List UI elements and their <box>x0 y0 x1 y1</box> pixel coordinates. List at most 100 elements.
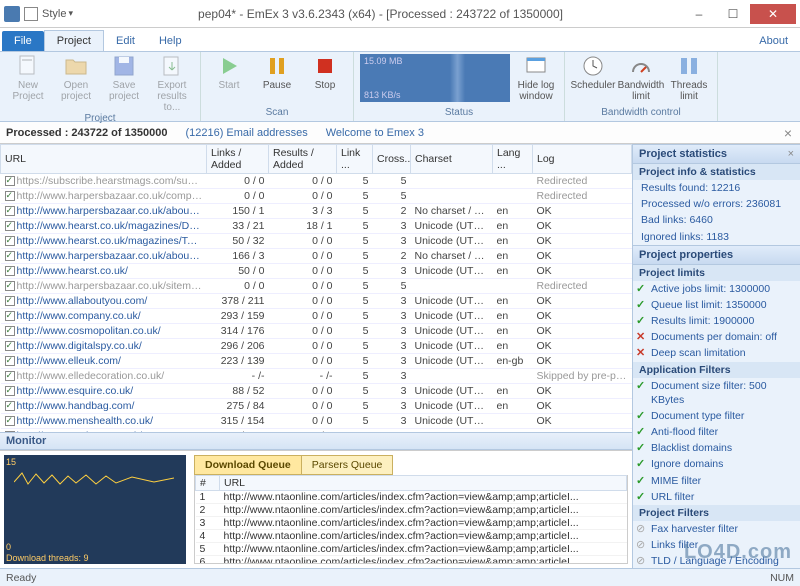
col-lang[interactable]: Lang ... <box>493 145 533 174</box>
queue-row[interactable]: 5http://www.ntaonline.com/articles/index… <box>196 543 627 556</box>
table-row[interactable]: http://www.harpersbazaar.co.uk/about/coo… <box>1 249 632 264</box>
maximize-button[interactable]: ☐ <box>716 4 750 24</box>
tab-emails[interactable]: (12216) Email addresses <box>185 127 307 139</box>
tab-file[interactable]: File <box>2 31 44 51</box>
queue-row[interactable]: 3http://www.ntaonline.com/articles/index… <box>196 517 627 530</box>
tab-about[interactable]: About <box>747 31 800 51</box>
tab-parsers-queue[interactable]: Parsers Queue <box>302 455 394 475</box>
row-checkbox-icon[interactable] <box>5 206 15 216</box>
status-mark-icon <box>636 409 647 420</box>
url-table-wrap[interactable]: URL Links / Added Results / Added Link .… <box>0 144 632 432</box>
side-item[interactable]: Anti-flood filter <box>633 424 800 440</box>
tab-processed[interactable]: Processed : 243722 of 1350000 <box>6 127 167 139</box>
open-project-button[interactable]: Open project <box>54 54 98 102</box>
row-checkbox-icon[interactable] <box>5 251 15 261</box>
side-item[interactable]: Active jobs limit: 1300000 <box>633 281 800 297</box>
tab-download-queue[interactable]: Download Queue <box>194 455 302 475</box>
tab-close-icon[interactable]: × <box>784 125 792 141</box>
table-row[interactable]: http://www.company.co.uk/293 / 1590 / 05… <box>1 309 632 324</box>
col-linkd[interactable]: Link ... <box>337 145 373 174</box>
side-item[interactable]: Blacklist domains <box>633 440 800 456</box>
row-checkbox-icon[interactable] <box>5 311 15 321</box>
side-item[interactable]: Document size filter: 500 KBytes <box>633 378 800 408</box>
table-row[interactable]: http://www.cosmopolitan.co.uk/314 / 1760… <box>1 324 632 339</box>
side-item[interactable]: Links filter <box>633 537 800 553</box>
table-row[interactable]: http://www.allaboutyou.com/378 / 2110 / … <box>1 294 632 309</box>
tab-help[interactable]: Help <box>147 31 194 51</box>
col-links[interactable]: Links / Added <box>207 145 269 174</box>
side-item[interactable]: MIME filter <box>633 473 800 489</box>
row-checkbox-icon[interactable] <box>5 341 15 351</box>
threads-limit-button[interactable]: Threads limit <box>667 54 711 102</box>
table-row[interactable]: http://www.hearst.co.uk/magazines/Terms-… <box>1 234 632 249</box>
side-item[interactable]: TLD / Language / Encoding <box>633 553 800 568</box>
table-row[interactable]: http://www.esquire.co.uk/88 / 520 / 053U… <box>1 384 632 399</box>
stat-proc: Processed w/o errors: 236081 <box>633 196 800 212</box>
export-results-button[interactable]: Export results to... <box>150 54 194 113</box>
table-row[interactable]: http://www.harpersbazaar.co.uk/competiti… <box>1 189 632 204</box>
table-row[interactable]: http://www.elleuk.com/223 / 1390 / 053Un… <box>1 354 632 369</box>
side-item[interactable]: Document type filter <box>633 408 800 424</box>
stop-button[interactable]: Stop <box>303 54 347 91</box>
row-checkbox-icon[interactable] <box>5 386 15 396</box>
pause-button[interactable]: Pause <box>255 54 299 91</box>
group-label-project: Project <box>6 113 194 125</box>
hide-log-button[interactable]: Hide log window <box>514 54 558 102</box>
queue-row[interactable]: 4http://www.ntaonline.com/articles/index… <box>196 530 627 543</box>
side-item[interactable]: Queue list limit: 1350000 <box>633 297 800 313</box>
tab-edit[interactable]: Edit <box>104 31 147 51</box>
scheduler-button[interactable]: Scheduler <box>571 54 615 91</box>
side-item[interactable]: Fax harvester filter <box>633 521 800 537</box>
status-mark-icon <box>636 314 647 325</box>
bandwidth-limit-button[interactable]: Bandwidth limit <box>619 54 663 102</box>
row-checkbox-icon[interactable] <box>5 401 15 411</box>
col-cross[interactable]: Cross... <box>373 145 411 174</box>
col-charset[interactable]: Charset <box>411 145 493 174</box>
side-item[interactable]: Results limit: 1900000 <box>633 313 800 329</box>
table-row[interactable]: http://www.handbag.com/275 / 840 / 053Un… <box>1 399 632 414</box>
col-log[interactable]: Log <box>533 145 632 174</box>
row-checkbox-icon[interactable] <box>5 356 15 366</box>
row-checkbox-icon[interactable] <box>5 326 15 336</box>
save-project-button[interactable]: Save project <box>102 54 146 102</box>
queue-row[interactable]: 1http://www.ntaonline.com/articles/index… <box>196 491 627 504</box>
qcol-url[interactable]: URL <box>220 476 627 491</box>
side-item[interactable]: Deep scan limitation <box>633 345 800 361</box>
minimize-button[interactable]: – <box>682 4 716 24</box>
row-checkbox-icon[interactable] <box>5 431 15 432</box>
queue-row[interactable]: 6http://www.ntaonline.com/articles/index… <box>196 556 627 565</box>
side-item[interactable]: URL filter <box>633 489 800 505</box>
side-item[interactable]: Documents per domain: off <box>633 329 800 345</box>
table-row[interactable]: http://www.hearst.co.uk/magazines/Data-p… <box>1 219 632 234</box>
row-checkbox-icon[interactable] <box>5 416 15 426</box>
tab-project[interactable]: Project <box>44 30 104 51</box>
table-row[interactable]: https://subscribe.hearstmags.com/subscri… <box>1 174 632 189</box>
row-checkbox-icon[interactable] <box>5 281 15 291</box>
new-project-button[interactable]: New Project <box>6 54 50 102</box>
row-checkbox-icon[interactable] <box>5 296 15 306</box>
row-checkbox-icon[interactable] <box>5 371 15 381</box>
start-button[interactable]: Start <box>207 54 251 91</box>
row-checkbox-icon[interactable] <box>5 236 15 246</box>
queue-row[interactable]: 2http://www.ntaonline.com/articles/index… <box>196 504 627 517</box>
row-checkbox-icon[interactable] <box>5 176 15 186</box>
row-checkbox-icon[interactable] <box>5 191 15 201</box>
tab-welcome[interactable]: Welcome to Emex 3 <box>326 127 424 139</box>
sidebar-close-icon[interactable]: × <box>788 148 794 160</box>
row-checkbox-icon[interactable] <box>5 221 15 231</box>
table-row[interactable]: http://www.menshealth.co.uk/315 / 1540 /… <box>1 414 632 429</box>
qcol-n[interactable]: # <box>196 476 220 491</box>
col-url[interactable]: URL <box>1 145 207 174</box>
table-row[interactable]: http://www.elledecoration.co.uk/- /-- /-… <box>1 369 632 384</box>
center-pane: URL Links / Added Results / Added Link .… <box>0 144 632 568</box>
style-dropdown[interactable]: Style <box>42 8 73 20</box>
row-checkbox-icon[interactable] <box>5 266 15 276</box>
queue-list[interactable]: #URL 1http://www.ntaonline.com/articles/… <box>194 475 628 564</box>
col-results[interactable]: Results / Added <box>269 145 337 174</box>
table-row[interactable]: http://www.hearst.co.uk/50 / 00 / 053Uni… <box>1 264 632 279</box>
table-row[interactable]: http://www.harpersbazaar.co.uk/about/con… <box>1 204 632 219</box>
table-row[interactable]: http://www.harpersbazaar.co.uk/sitemap0 … <box>1 279 632 294</box>
close-button[interactable]: ✕ <box>750 4 796 24</box>
side-item[interactable]: Ignore domains <box>633 456 800 472</box>
table-row[interactable]: http://www.digitalspy.co.uk/296 / 2060 /… <box>1 339 632 354</box>
